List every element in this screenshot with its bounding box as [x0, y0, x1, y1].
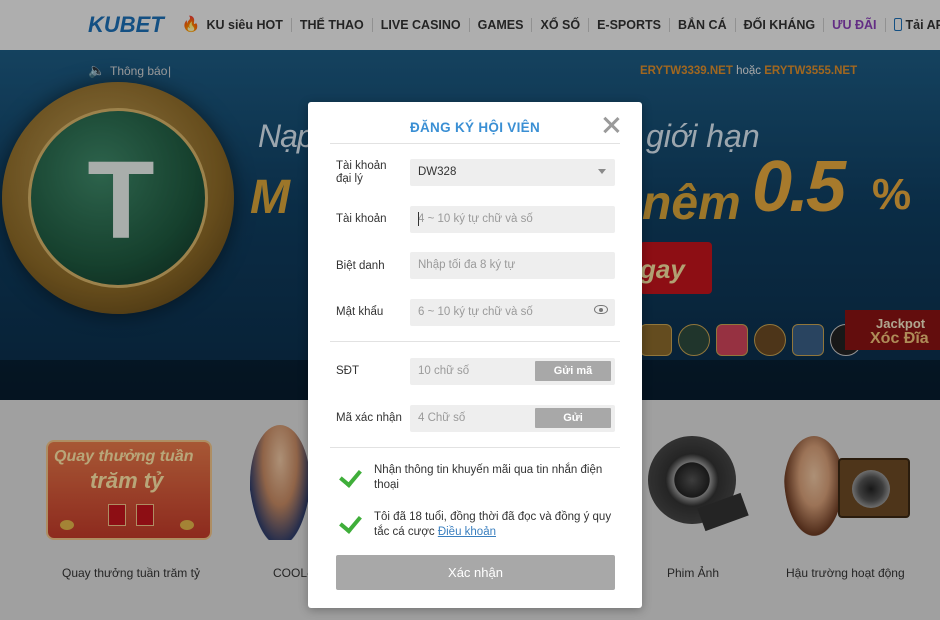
phone-label: SĐT	[336, 365, 359, 377]
chevron-down-icon	[598, 169, 606, 174]
send-verification-button[interactable]: Gửi	[535, 408, 611, 428]
agent-account-select[interactable]: DW328	[410, 159, 615, 186]
promo-sms-label: Nhận thông tin khuyến mãi qua tin nhắn đ…	[374, 464, 603, 491]
nickname-label: Biệt danh	[336, 260, 385, 272]
confirm-button[interactable]: Xác nhận	[336, 555, 615, 590]
modal-title: ĐĂNG KÝ HỘI VIÊN	[409, 120, 541, 135]
terms-agree-checkbox[interactable]	[338, 512, 362, 532]
divider	[330, 447, 620, 448]
promo-sms-checkbox[interactable]	[338, 466, 362, 486]
nickname-input[interactable]: Nhập tối đa 8 ký tự	[410, 252, 615, 279]
password-label: Mật khẩu	[336, 306, 384, 318]
terms-link[interactable]: Điều khoản	[438, 526, 496, 538]
text-cursor	[418, 212, 419, 226]
password-input[interactable]: 6 ~ 10 ký tự chữ và số	[410, 299, 615, 326]
terms-agree-label: Tôi đã 18 tuổi, đồng thời đã đọc và đồng…	[374, 511, 612, 538]
close-icon[interactable]	[600, 114, 622, 136]
register-modal: ĐĂNG KÝ HỘI VIÊN Tài khoản đại lý DW328 T…	[308, 102, 642, 608]
verification-code-label: Mã xác nhận	[336, 412, 402, 424]
agent-account-label: Tài khoản đại lý	[336, 160, 387, 185]
divider	[330, 341, 620, 342]
send-code-button[interactable]: Gửi mã	[535, 361, 611, 381]
account-input[interactable]: 4 ~ 10 ký tự chữ và số	[410, 206, 615, 233]
divider	[330, 143, 620, 144]
account-label: Tài khoản	[336, 213, 387, 225]
eye-icon[interactable]	[594, 305, 608, 314]
